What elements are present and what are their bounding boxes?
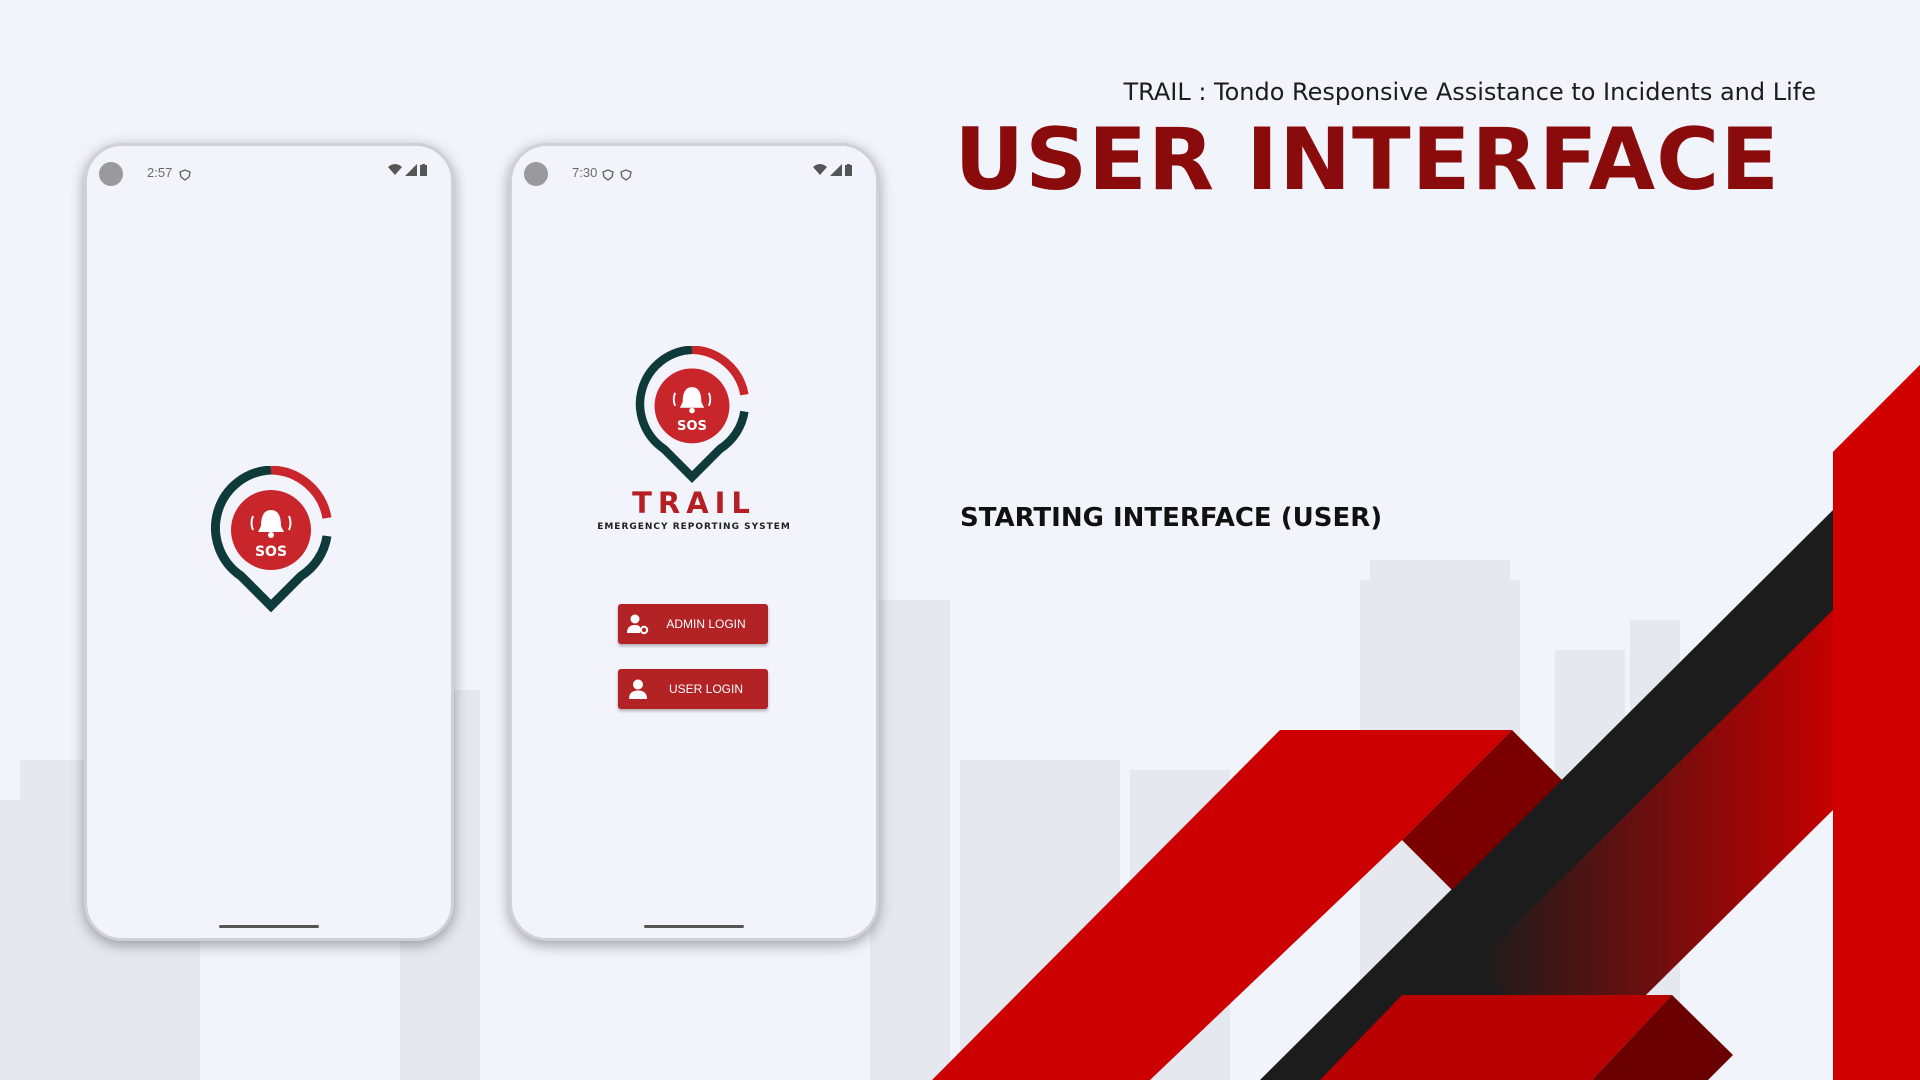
decorative-shapes [932,365,1920,1080]
